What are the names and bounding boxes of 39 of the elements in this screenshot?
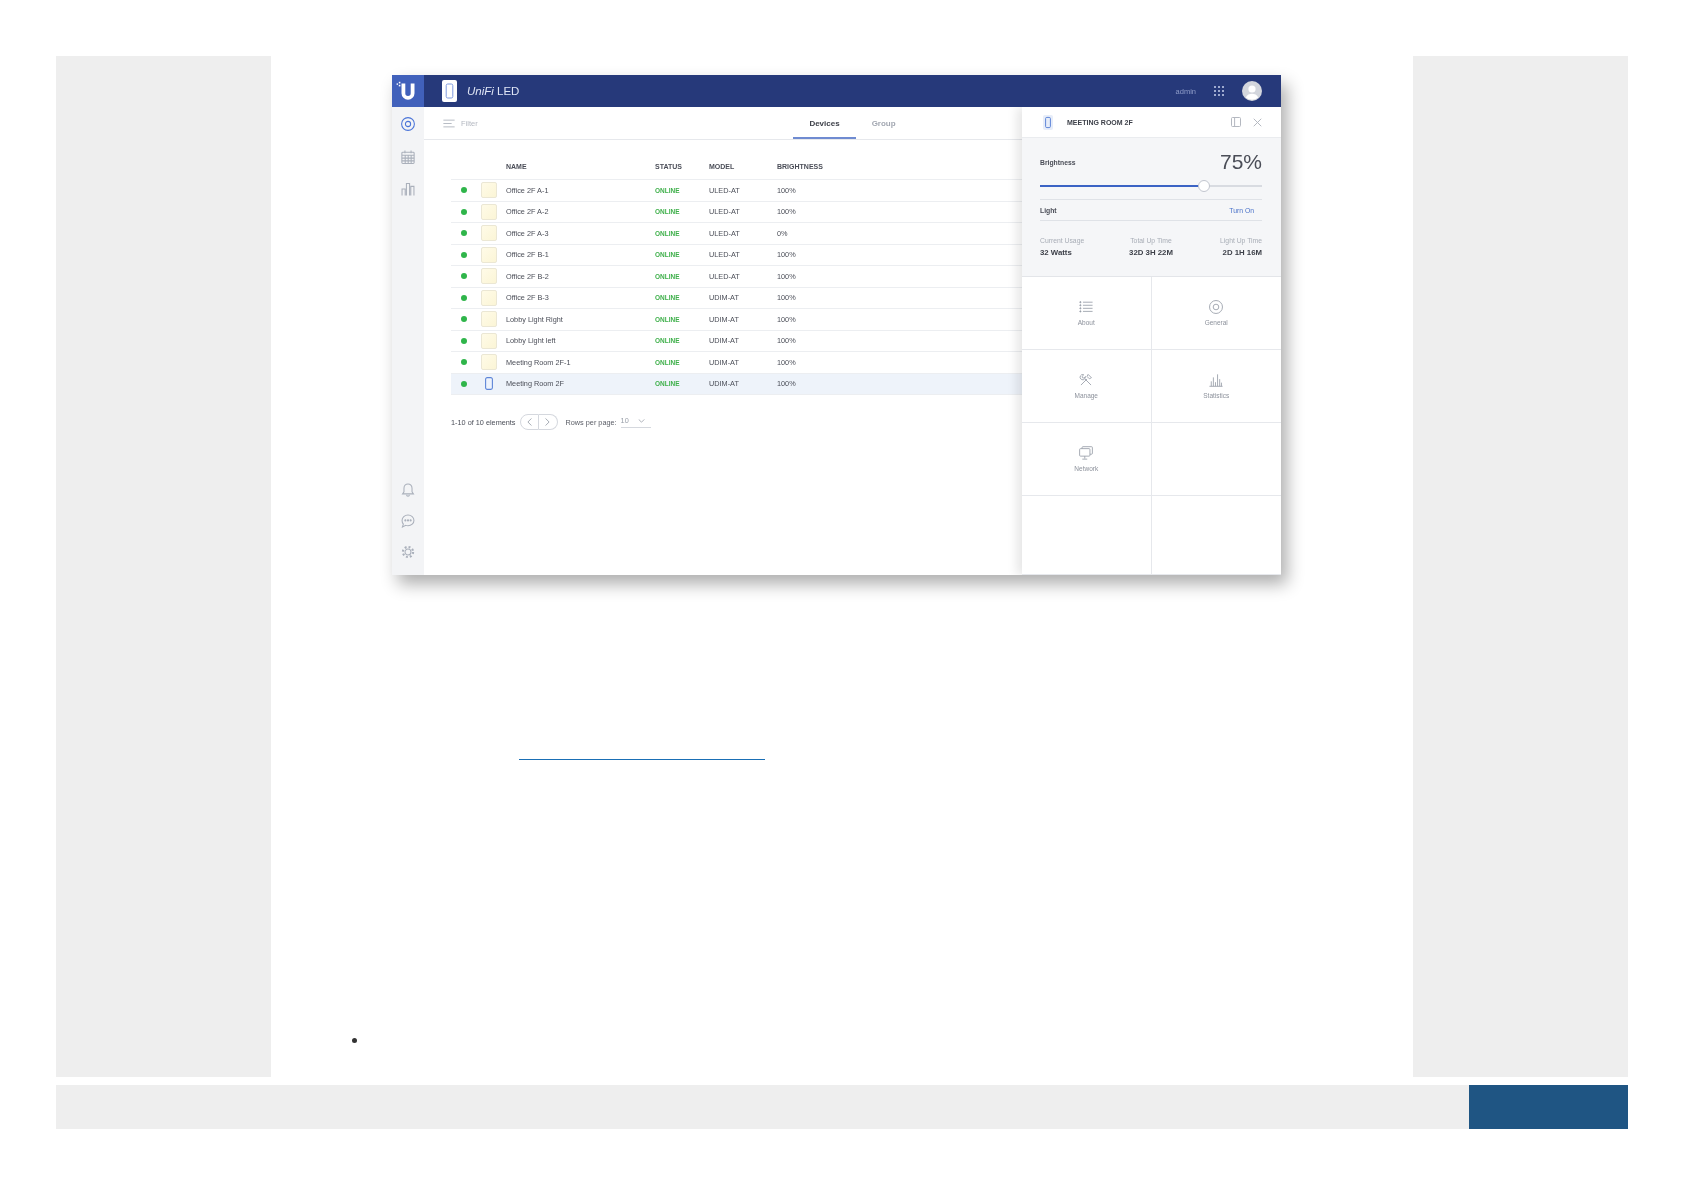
sidebar-toggle-icon[interactable] xyxy=(1231,117,1241,127)
monitor-icon xyxy=(1079,446,1094,460)
chevron-right-icon xyxy=(545,418,550,426)
settings-icon[interactable] xyxy=(401,545,415,559)
thumbnail-icon xyxy=(481,332,497,349)
device-icon xyxy=(442,80,457,102)
bell-icon[interactable] xyxy=(401,483,415,497)
brightness-slider[interactable] xyxy=(1040,180,1262,192)
bullet-icon xyxy=(352,1038,357,1043)
bar-chart-icon[interactable] xyxy=(401,182,415,196)
thumbnail-icon xyxy=(481,289,497,306)
avatar-icon[interactable] xyxy=(1242,81,1262,101)
product-name: UniFi LED xyxy=(467,85,520,97)
slider-thumb[interactable] xyxy=(1197,180,1210,192)
chevron-left-icon xyxy=(526,418,532,426)
tab[interactable]: Devices xyxy=(793,107,856,139)
device-icon xyxy=(485,377,493,391)
thumbnail-icon xyxy=(481,268,497,285)
bar-chart-icon xyxy=(1209,373,1224,387)
close-icon[interactable] xyxy=(1253,117,1262,127)
chat-icon[interactable] xyxy=(401,514,415,528)
thumbnail-icon xyxy=(481,246,497,263)
calendar-icon[interactable] xyxy=(401,149,415,164)
filter-icon xyxy=(443,118,455,128)
previous-page-button[interactable] xyxy=(519,414,539,430)
apps-grid-icon[interactable] xyxy=(1214,86,1224,96)
next-page-button[interactable] xyxy=(538,414,558,430)
thumbnail-icon xyxy=(481,203,497,220)
target-icon xyxy=(1209,300,1224,314)
list-icon xyxy=(1079,300,1094,314)
brightness-reading: 75% xyxy=(1219,150,1262,174)
tools-icon xyxy=(1079,373,1094,387)
device-icon xyxy=(1043,114,1053,130)
chevron-down-icon xyxy=(637,418,645,423)
target-icon[interactable] xyxy=(401,117,415,131)
thumbnail-icon xyxy=(481,311,497,328)
thumbnail-icon xyxy=(481,354,497,371)
thumbnail-icon xyxy=(481,225,497,242)
thumbnail-icon xyxy=(481,182,497,199)
